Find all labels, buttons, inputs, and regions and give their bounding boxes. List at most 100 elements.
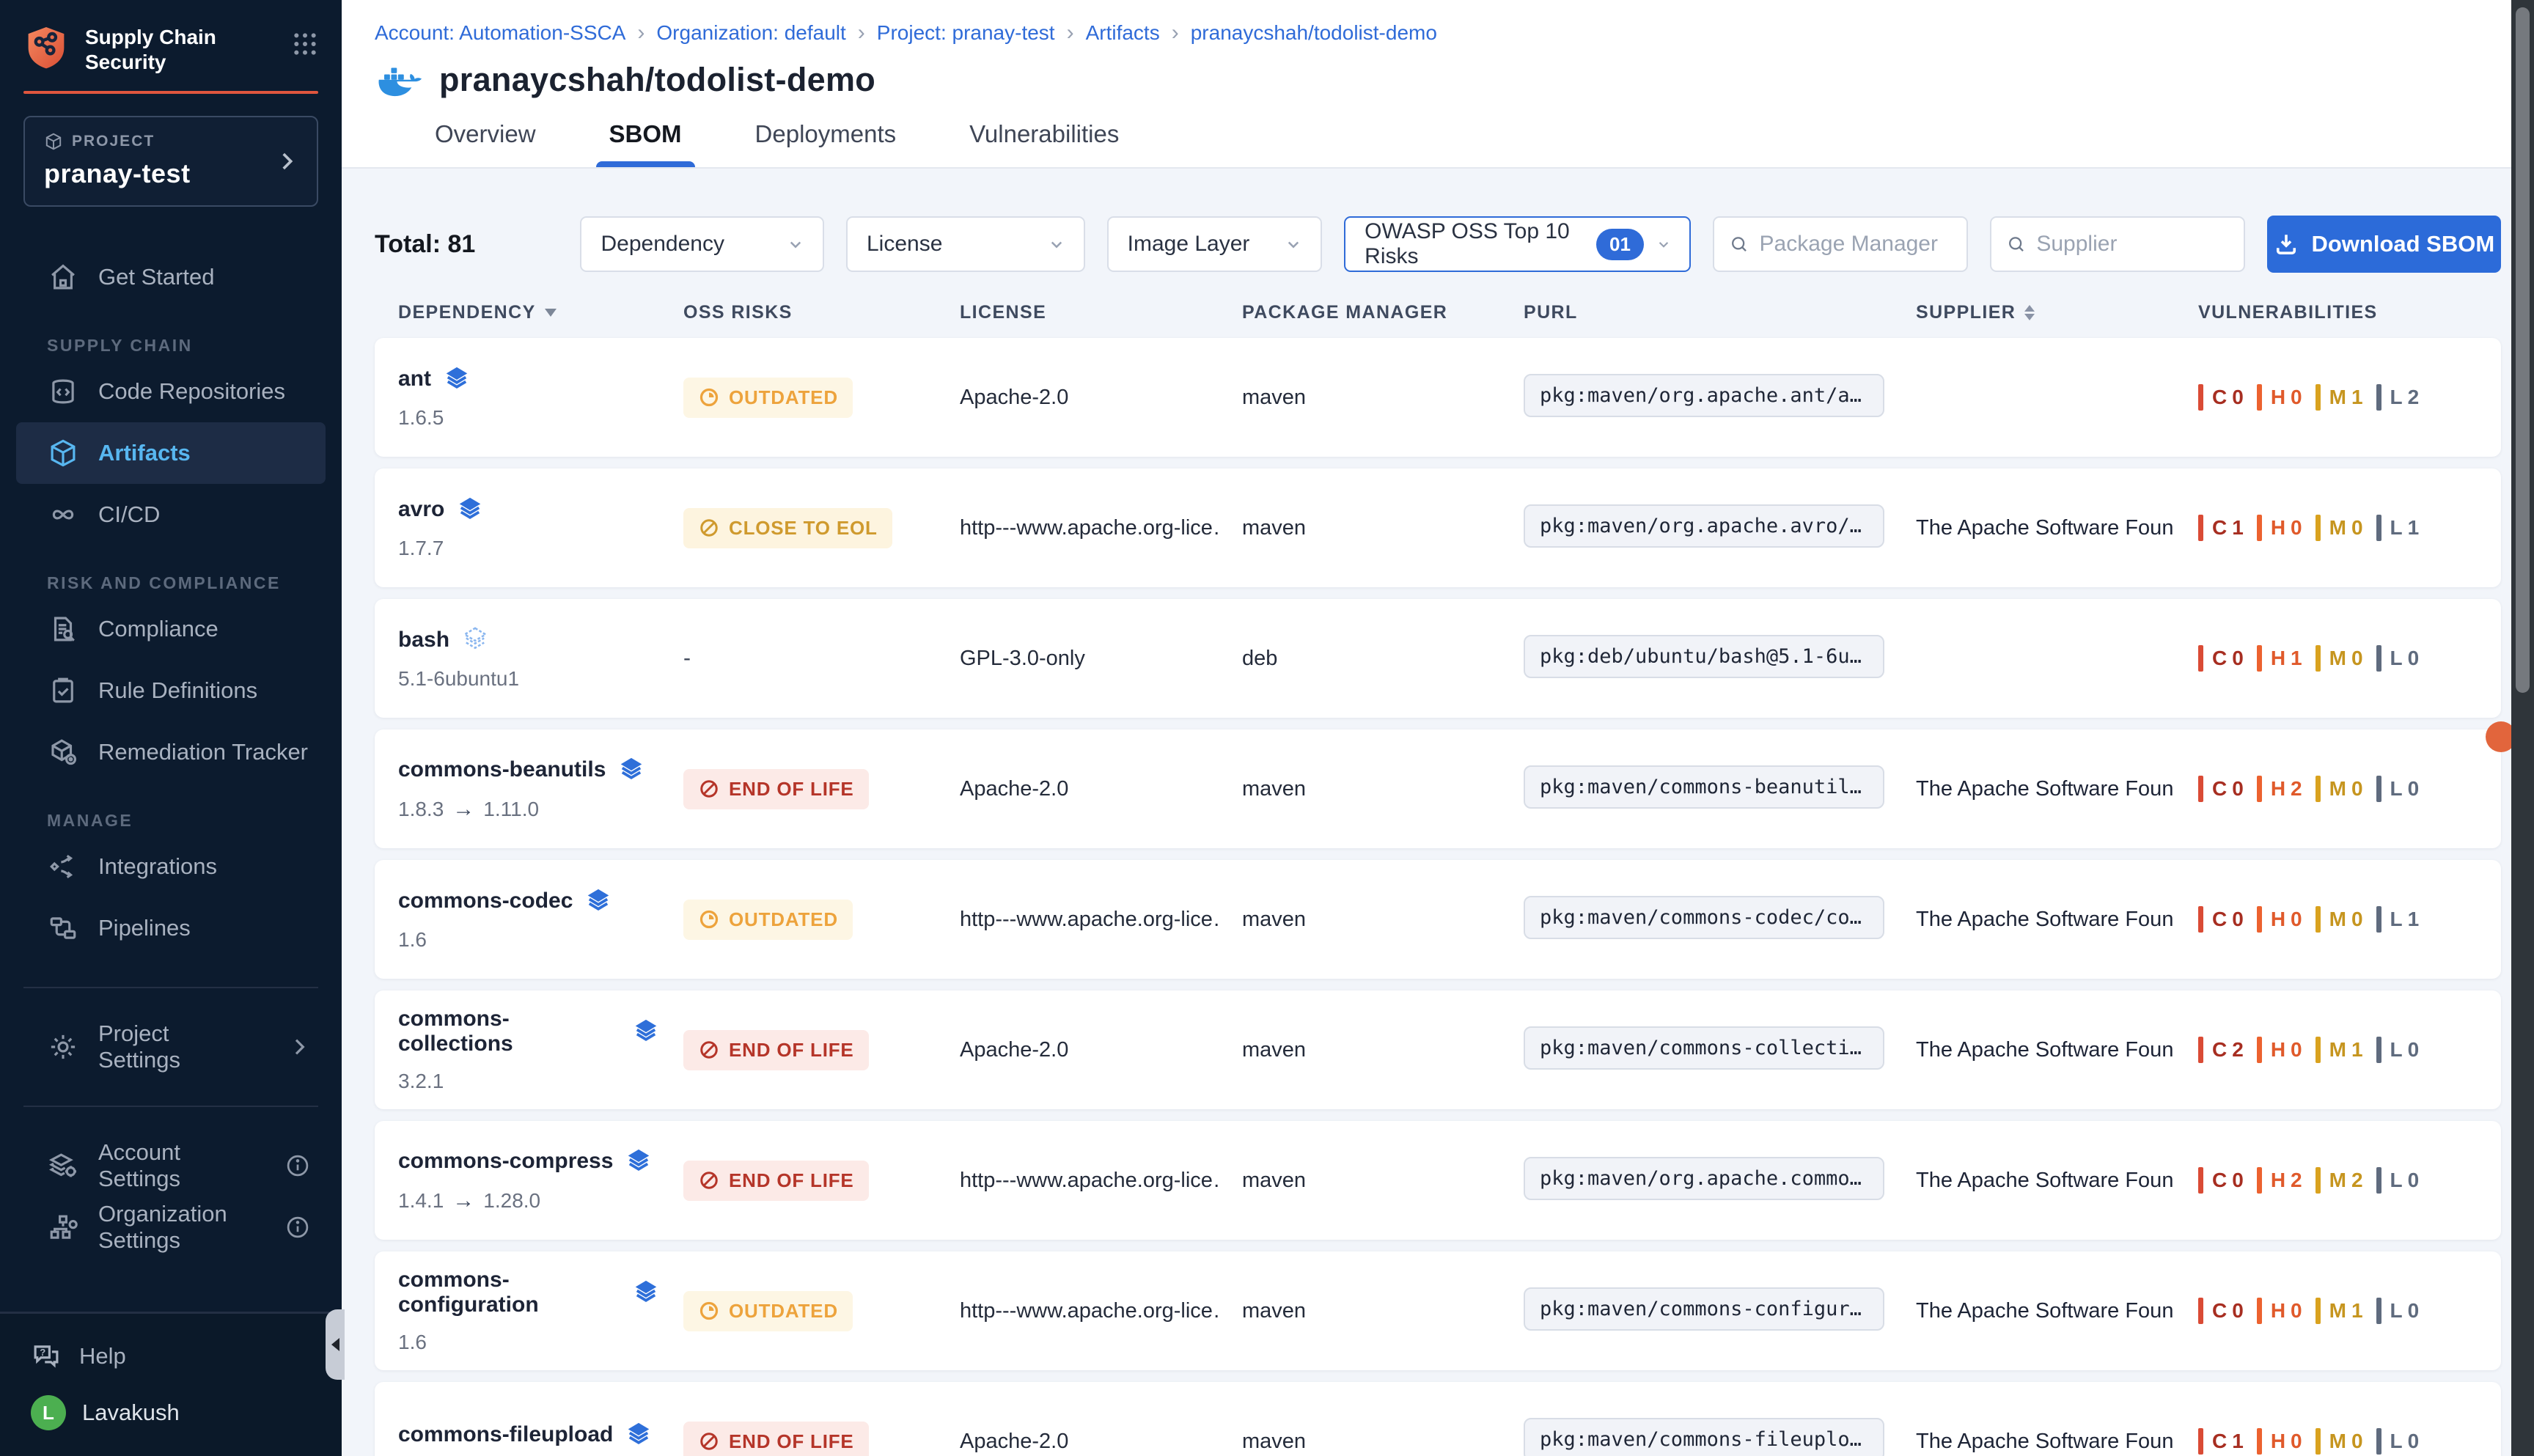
sidebar: Supply Chain Security PROJECT pranay-tes… xyxy=(0,0,342,1456)
license-value: Apache-2.0 xyxy=(936,1430,1219,1454)
purl-value[interactable]: pkg:maven/commons-fileupload/… xyxy=(1524,1418,1884,1456)
product-title: Supply Chain Security xyxy=(85,25,290,75)
tab-deployments[interactable]: Deployments xyxy=(745,120,907,167)
breadcrumb-artifact-name[interactable]: pranaycshah/todolist-demo xyxy=(1191,21,1437,45)
nav-item-label: Remediation Tracker xyxy=(98,739,308,765)
table-row[interactable]: commons-codec 1.6 OUTDATED http---www.ap… xyxy=(375,860,2501,979)
column-package-manager[interactable]: PACKAGE MANAGER xyxy=(1219,302,1500,323)
oss-risk-cell: - xyxy=(660,646,936,671)
severity-l-count: L1 xyxy=(2376,515,2420,541)
sidebar-item-pipelines[interactable]: Pipelines xyxy=(16,897,326,959)
page-scrollbar[interactable] xyxy=(2511,0,2534,1456)
image-layer-filter-dropdown[interactable]: Image Layer xyxy=(1107,216,1323,272)
table-row[interactable]: avro 1.7.7 CLOSE TO EOL http---www.apach… xyxy=(375,468,2501,587)
supply-chain-shield-logo xyxy=(23,25,69,73)
breadcrumb-separator: › xyxy=(637,21,644,45)
purl-value[interactable]: pkg:maven/org.apache.avro/avro@1… xyxy=(1524,504,1884,548)
dependency-name: ant xyxy=(398,367,431,391)
table-row[interactable]: commons-beanutils 1.8.3→1.11.0 END OF LI… xyxy=(375,729,2501,848)
sidebar-item-compliance[interactable]: Compliance xyxy=(16,598,326,660)
table-row[interactable]: commons-fileupload END OF LIFE Apache-2.… xyxy=(375,1382,2501,1456)
supplier-value: The Apache Software Foun… xyxy=(1892,1299,2175,1323)
chevron-right-icon xyxy=(274,149,299,174)
clock-icon xyxy=(698,386,720,408)
dependency-filter-dropdown[interactable]: Dependency xyxy=(580,216,823,272)
nav-item-label: Organization Settings xyxy=(98,1201,246,1254)
purl-value[interactable]: pkg:deb/ubuntu/bash@5.1-6ubuntu1 xyxy=(1524,635,1884,678)
license-value: http---www.apache.org-lice… xyxy=(936,516,1219,540)
package-manager-search-input[interactable] xyxy=(1760,232,1952,257)
nav-item-label: Get Started xyxy=(98,264,215,290)
sidebar-item-help[interactable]: ? Help xyxy=(0,1330,342,1383)
clipboard-check-icon xyxy=(47,674,79,707)
oss-risk-label: END OF LIFE xyxy=(729,778,854,801)
table-row[interactable]: bash 5.1-6ubuntu1 - GPL-3.0-only deb pkg… xyxy=(375,599,2501,718)
breadcrumb-account[interactable]: Account: Automation-SSCA xyxy=(375,21,625,45)
purl-value[interactable]: pkg:maven/commons-codec/commons-… xyxy=(1524,896,1884,939)
purl-value[interactable]: pkg:maven/org.apache.ant/ant@1.6… xyxy=(1524,374,1884,417)
table-row[interactable]: commons-configuration 1.6 OUTDATED http-… xyxy=(375,1251,2501,1370)
severity-h-count: H2 xyxy=(2257,776,2302,802)
tab-vulnerabilities[interactable]: Vulnerabilities xyxy=(959,120,1129,167)
nav-section-label: RISK AND COMPLIANCE xyxy=(47,572,342,594)
purl-value[interactable]: pkg:maven/commons-configuration/… xyxy=(1524,1287,1884,1331)
supplier-value: The Apache Software Foun… xyxy=(1892,1038,2175,1062)
sidebar-item-get-started[interactable]: Get Started xyxy=(16,246,326,308)
oss-risk-label: OUTDATED xyxy=(729,1300,838,1323)
severity-m-count: M1 xyxy=(2316,1037,2363,1063)
dependency-version: 3.2.1 xyxy=(398,1070,660,1093)
sidebar-item-code-repositories[interactable]: Code Repositories xyxy=(16,361,326,422)
oss-risk-badge: END OF LIFE xyxy=(683,1422,869,1456)
sidebar-item-artifacts[interactable]: Artifacts xyxy=(16,422,326,484)
license-filter-dropdown[interactable]: License xyxy=(846,216,1085,272)
purl-value[interactable]: pkg:maven/commons-beanutils/comm… xyxy=(1524,765,1884,809)
project-selector[interactable]: PROJECT pranay-test xyxy=(23,116,318,207)
severity-h-count: H0 xyxy=(2257,906,2302,933)
severity-c-count: C0 xyxy=(2198,1167,2244,1194)
dependency-version: 1.6.5 xyxy=(398,406,660,430)
sidebar-collapse-handle[interactable] xyxy=(326,1309,345,1380)
package-manager-value: maven xyxy=(1219,1169,1500,1193)
severity-l-count: L1 xyxy=(2376,906,2420,933)
sidebar-item-ci-cd[interactable]: CI/CD xyxy=(16,484,326,545)
sidebar-item-rule-definitions[interactable]: Rule Definitions xyxy=(16,660,326,721)
tab-overview[interactable]: Overview xyxy=(425,120,546,167)
severity-h-count: H0 xyxy=(2257,1428,2302,1455)
column-dependency[interactable]: DEPENDENCY xyxy=(375,302,660,323)
column-purl[interactable]: PURL xyxy=(1500,302,1892,323)
sidebar-item-account-settings[interactable]: Account Settings xyxy=(16,1135,326,1196)
column-license[interactable]: LICENSE xyxy=(936,302,1219,323)
breadcrumb-organization[interactable]: Organization: default xyxy=(656,21,845,45)
column-supplier[interactable]: SUPPLIER xyxy=(1892,302,2175,323)
nav-item-label: Integrations xyxy=(98,853,217,880)
table-row[interactable]: ant 1.6.5 OUTDATED Apache-2.0 maven pkg:… xyxy=(375,338,2501,457)
owasp-risks-filter-dropdown[interactable]: OWASP OSS Top 10 Risks 01 xyxy=(1344,216,1691,272)
module-grid-icon[interactable] xyxy=(290,29,320,59)
purl-value[interactable]: pkg:maven/org.apache.commons/com… xyxy=(1524,1157,1884,1200)
severity-m-count: M1 xyxy=(2316,1298,2363,1324)
user-menu[interactable]: L Lavakush xyxy=(0,1383,342,1443)
sidebar-item-remediation-tracker[interactable]: Remediation Tracker xyxy=(16,721,326,783)
purl-value[interactable]: pkg:maven/commons-collections/co… xyxy=(1524,1026,1884,1070)
upgrade-arrow-icon: → xyxy=(452,797,474,822)
supplier-search-input[interactable] xyxy=(2036,232,2228,257)
avatar: L xyxy=(31,1395,66,1430)
sidebar-item-integrations[interactable]: Integrations xyxy=(16,836,326,897)
layers-icon xyxy=(625,1147,653,1175)
severity-h-count: H0 xyxy=(2257,1037,2302,1063)
sidebar-item-organization-settings[interactable]: Organization Settings xyxy=(16,1196,326,1258)
sidebar-item-project-settings[interactable]: Project Settings xyxy=(16,1016,326,1078)
breadcrumb-project[interactable]: Project: pranay-test xyxy=(877,21,1055,45)
table-row[interactable]: commons-compress 1.4.1→1.28.0 END OF LIF… xyxy=(375,1121,2501,1240)
scrollbar-thumb[interactable] xyxy=(2516,7,2530,693)
severity-m-count: M1 xyxy=(2316,384,2363,411)
column-oss-risks[interactable]: OSS RISKS xyxy=(660,302,936,323)
download-sbom-button[interactable]: Download SBOM xyxy=(2267,216,2501,273)
column-vulnerabilities[interactable]: VULNERABILITIES xyxy=(2175,302,2501,323)
oss-risk-badge: OUTDATED xyxy=(683,900,853,940)
gear-icon xyxy=(47,1031,79,1063)
table-row[interactable]: commons-collections 3.2.1 END OF LIFE Ap… xyxy=(375,990,2501,1109)
breadcrumb-artifacts[interactable]: Artifacts xyxy=(1086,21,1160,45)
tab-sbom[interactable]: SBOM xyxy=(599,120,692,167)
severity-c-count: C0 xyxy=(2198,906,2244,933)
